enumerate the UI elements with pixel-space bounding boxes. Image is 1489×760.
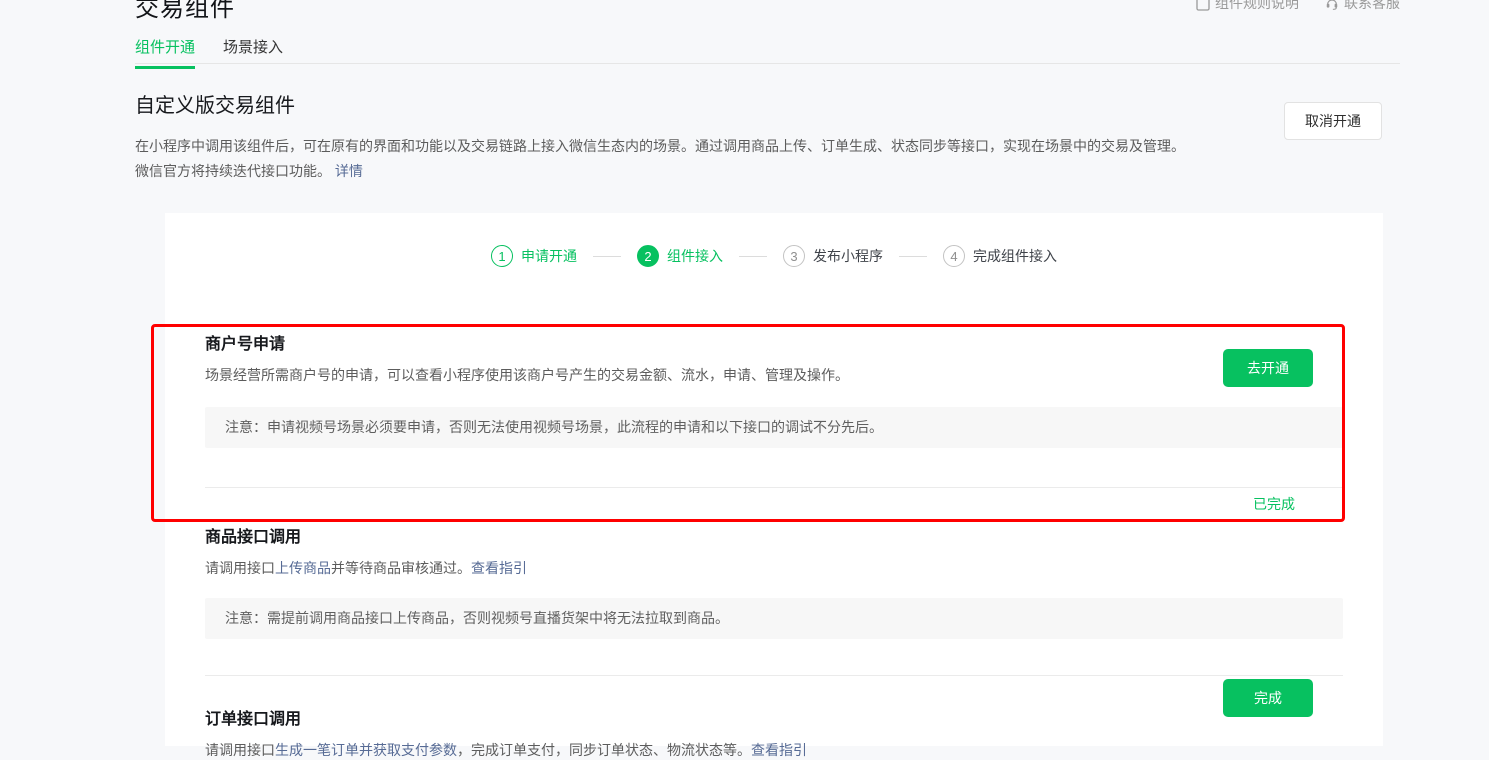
step-publish-miniprogram-label: 发布小程序 [813,246,883,266]
step-connector [593,256,621,257]
step-publish-miniprogram: 3 发布小程序 [783,245,883,267]
create-order-link[interactable]: 生成一笔订单并获取支付参数 [275,742,457,758]
task-sections: 商户号申请 场景经营所需商户号的申请，可以查看小程序使用该商户号产生的交易金额、… [165,337,1383,760]
step-component-access-number: 2 [637,245,659,267]
overview-section: 自定义版交易组件 在小程序中调用该组件后，可在原有的界面和功能以及交易链路上接入… [135,92,1400,184]
step-publish-miniprogram-number: 3 [783,245,805,267]
order-desc-prefix: 请调用接口 [205,742,275,758]
section-order-api-text: 订单接口调用 请调用接口生成一笔订单并获取支付参数，完成订单支付，同步订单状态、… [205,676,807,760]
component-access-card: 1 申请开通 2 组件接入 3 发布小程序 4 完成组件接入 [165,213,1383,746]
section-merchant-account-title: 商户号申请 [205,337,849,353]
section-merchant-account-desc: 场景经营所需商户号的申请，可以查看小程序使用该商户号产生的交易金额、流水，申请、… [205,365,849,385]
header-links: 组件规则说明 联系客服 [1196,0,1400,13]
stepper: 1 申请开通 2 组件接入 3 发布小程序 4 完成组件接入 [165,213,1383,267]
product-desc-suffix: 并等待商品审核通过。 [331,560,471,576]
component-rules-link[interactable]: 组件规则说明 [1196,0,1299,13]
detail-link[interactable]: 详情 [335,163,363,179]
page-title: 交易组件 [135,0,235,23]
tab-component-activation[interactable]: 组件开通 [135,36,195,69]
product-guide-link[interactable]: 查看指引 [471,560,527,576]
contact-support-label: 联系客服 [1344,0,1400,13]
overview-description-text: 在小程序中调用该组件后，可在原有的界面和功能以及交易链路上接入微信生态内的场景。… [135,138,1185,179]
contact-support-link[interactable]: 联系客服 [1325,0,1400,13]
section-merchant-account: 商户号申请 场景经营所需商户号的申请，可以查看小程序使用该商户号产生的交易金额、… [205,337,1343,488]
product-desc-prefix: 请调用接口 [205,560,275,576]
section-product-api-text: 商品接口调用 请调用接口上传商品并等待商品审核通过。查看指引 [205,488,527,578]
step-complete-access-label: 完成组件接入 [973,246,1057,266]
go-activate-button[interactable]: 去开通 [1223,349,1313,387]
tab-bar: 组件开通 场景接入 [135,36,283,69]
section-product-api: 商品接口调用 请调用接口上传商品并等待商品审核通过。查看指引 已完成 注意：需提… [205,488,1343,676]
step-complete-access: 4 完成组件接入 [943,245,1057,267]
order-desc-suffix: ，完成订单支付，同步订单状态、物流状态等。 [457,742,751,758]
tabs-divider [135,63,1400,64]
step-component-access-label: 组件接入 [667,246,723,266]
rules-document-icon [1196,0,1210,11]
page-container: 交易组件 组件规则说明 联系客服 组件开通 场景接入 自定义版交易组件 在小程序… [135,0,1400,746]
product-api-status-badge: 已完成 [1253,494,1295,514]
step-apply-number: 1 [491,245,513,267]
section-order-api: 订单接口调用 请调用接口生成一笔订单并获取支付参数，完成订单支付，同步订单状态、… [205,676,1343,760]
product-api-note: 注意：需提前调用商品接口上传商品，否则视频号直播货架中将无法拉取到商品。 [205,598,1343,639]
step-component-access: 2 组件接入 [637,245,723,267]
overview-heading: 自定义版交易组件 [135,92,1400,120]
step-apply: 1 申请开通 [491,245,577,267]
step-connector [899,256,927,257]
headset-icon [1325,0,1339,11]
section-product-api-title: 商品接口调用 [205,530,527,546]
component-rules-label: 组件规则说明 [1215,0,1299,13]
section-product-api-desc: 请调用接口上传商品并等待商品审核通过。查看指引 [205,558,527,578]
tab-scene-access[interactable]: 场景接入 [223,36,283,69]
complete-button[interactable]: 完成 [1223,679,1313,717]
section-merchant-account-text: 商户号申请 场景经营所需商户号的申请，可以查看小程序使用该商户号产生的交易金额、… [205,337,849,385]
section-order-api-desc: 请调用接口生成一笔订单并获取支付参数，完成订单支付，同步订单状态、物流状态等。查… [205,740,807,760]
step-complete-access-number: 4 [943,245,965,267]
section-order-api-title: 订单接口调用 [205,712,807,728]
overview-description: 在小程序中调用该组件后，可在原有的界面和功能以及交易链路上接入微信生态内的场景。… [135,134,1197,184]
upload-product-link[interactable]: 上传商品 [275,560,331,576]
step-connector [739,256,767,257]
order-guide-link[interactable]: 查看指引 [751,742,807,758]
merchant-account-note: 注意：申请视频号场景必须要申请，否则无法使用视频号场景，此流程的申请和以下接口的… [205,407,1343,448]
step-apply-label: 申请开通 [521,246,577,266]
cancel-activation-button[interactable]: 取消开通 [1284,102,1382,140]
